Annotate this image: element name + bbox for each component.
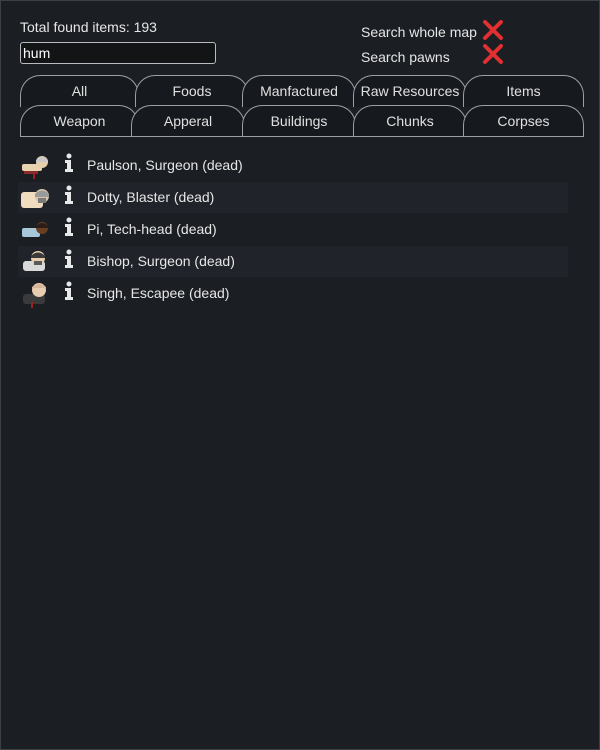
list-item-label: Paulson, Surgeon (dead) (87, 157, 243, 173)
tab-all[interactable]: All (20, 75, 139, 107)
tab-manfactured[interactable]: Manfactured (242, 75, 356, 107)
tab-foods[interactable]: Foods (135, 75, 249, 107)
pawn-portrait-icon (21, 189, 49, 208)
info-icon[interactable] (63, 249, 75, 269)
list-item-label: Dotty, Blaster (dead) (87, 189, 215, 205)
list-item[interactable]: Singh, Escapee (dead) (18, 278, 568, 309)
list-item-label: Singh, Escapee (dead) (87, 285, 230, 301)
tab-items[interactable]: Items (463, 75, 584, 107)
search-whole-map-label: Search whole map (361, 24, 477, 40)
pawn-portrait-icon (23, 251, 45, 271)
info-icon[interactable] (63, 281, 75, 301)
list-item[interactable]: Paulson, Surgeon (dead) (18, 150, 568, 181)
tab-buildings[interactable]: Buildings (242, 105, 356, 137)
tab-chunks[interactable]: Chunks (353, 105, 467, 137)
search-pawns-label: Search pawns (361, 49, 450, 65)
list-item-label: Bishop, Surgeon (dead) (87, 253, 235, 269)
list-item-label: Pi, Tech-head (dead) (87, 221, 217, 237)
pawn-portrait-icon (22, 222, 48, 237)
info-icon[interactable] (63, 185, 75, 205)
list-item[interactable]: Pi, Tech-head (dead) (18, 214, 568, 245)
info-icon[interactable] (63, 153, 75, 173)
search-whole-map-toggle-x-icon[interactable] (482, 19, 504, 41)
tab-weapon[interactable]: Weapon (20, 105, 139, 137)
pawn-portrait-icon (22, 156, 48, 179)
list-item[interactable]: Bishop, Surgeon (dead) (18, 246, 568, 277)
tab-divider (20, 136, 584, 137)
tab-corpses[interactable]: Corpses (463, 105, 584, 137)
search-window: Total found items: 193 Search whole map … (0, 0, 600, 750)
total-found-label: Total found items: 193 (20, 19, 157, 35)
tab-raw-resources[interactable]: Raw Resources (353, 75, 467, 107)
pawn-portrait-icon (23, 283, 46, 308)
search-input[interactable] (20, 42, 216, 64)
info-icon[interactable] (63, 217, 75, 237)
list-item[interactable]: Dotty, Blaster (dead) (18, 182, 568, 213)
search-pawns-toggle-x-icon[interactable] (482, 43, 504, 65)
tab-apperal[interactable]: Apperal (131, 105, 245, 137)
